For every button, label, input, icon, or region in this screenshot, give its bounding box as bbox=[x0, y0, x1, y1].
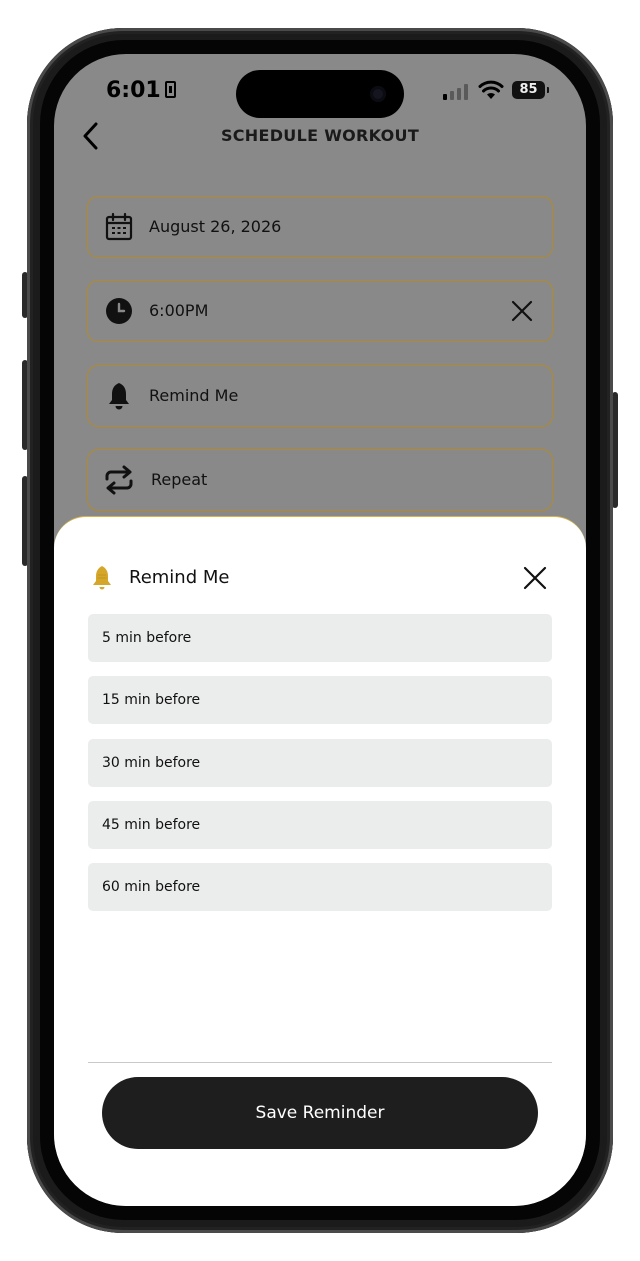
close-icon[interactable] bbox=[523, 566, 547, 590]
save-reminder-button[interactable]: Save Reminder bbox=[102, 1077, 538, 1149]
calendar-icon bbox=[105, 212, 133, 241]
battery-indicator: 85 bbox=[512, 81, 549, 99]
screen: 6:01 85 SCHEDULE WORKOUT August 26, 2026 bbox=[54, 54, 586, 1206]
remind-me-sheet: Remind Me 5 min before 15 min before 30 … bbox=[54, 516, 586, 1206]
date-field[interactable]: August 26, 2026 bbox=[87, 196, 553, 258]
dynamic-island bbox=[236, 70, 404, 118]
camera-icon bbox=[370, 86, 386, 102]
repeat-field[interactable]: Repeat bbox=[87, 449, 553, 511]
time-field[interactable]: 6:00PM bbox=[87, 280, 553, 342]
option-5-min[interactable]: 5 min before bbox=[88, 614, 552, 662]
option-60-min[interactable]: 60 min before bbox=[88, 863, 552, 911]
repeat-label: Repeat bbox=[151, 470, 208, 489]
signal-icon bbox=[443, 84, 469, 100]
option-15-min[interactable]: 15 min before bbox=[88, 676, 552, 724]
bell-icon bbox=[93, 566, 111, 590]
sim-icon bbox=[164, 81, 176, 98]
clock-icon bbox=[106, 298, 132, 324]
sheet-title: Remind Me bbox=[129, 567, 230, 588]
option-30-min[interactable]: 30 min before bbox=[88, 739, 552, 787]
bell-icon bbox=[109, 383, 129, 410]
option-45-min[interactable]: 45 min before bbox=[88, 801, 552, 849]
remind-me-label: Remind Me bbox=[149, 386, 239, 405]
clear-time-icon[interactable] bbox=[510, 299, 534, 323]
status-time: 6:01 bbox=[106, 78, 176, 103]
remind-me-field[interactable]: Remind Me bbox=[87, 365, 553, 427]
wifi-icon bbox=[478, 80, 504, 99]
page-title: SCHEDULE WORKOUT bbox=[220, 126, 420, 145]
repeat-icon bbox=[105, 465, 133, 495]
divider bbox=[88, 1062, 552, 1063]
date-value: August 26, 2026 bbox=[149, 217, 282, 236]
time-value: 6:00PM bbox=[149, 301, 209, 320]
